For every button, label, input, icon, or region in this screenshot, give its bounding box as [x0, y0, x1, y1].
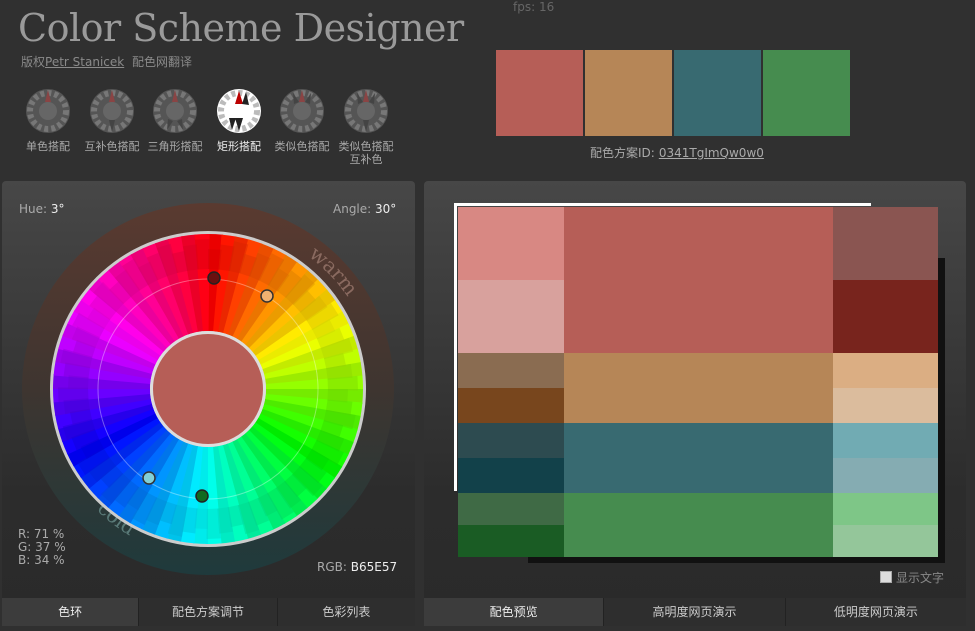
mode-label: 单色搭配: [26, 140, 70, 153]
rgb-hex-readout: RGB: B65E57: [317, 560, 397, 574]
show-text-checkbox[interactable]: [880, 571, 892, 583]
preview-shade: [833, 493, 938, 525]
tab-scheme-adjust[interactable]: 配色方案调节: [139, 598, 278, 626]
tab-light-page-demo[interactable]: 高明度网页演示: [604, 598, 786, 626]
complement-wheel-icon: [89, 88, 135, 134]
mode-tetrad[interactable]: 矩形搭配: [211, 88, 267, 153]
credit-line: 版权Petr Stanicek 配色网翻译: [21, 53, 192, 70]
analogic-wheel-icon: [279, 88, 325, 134]
show-text-label: 显示文字: [896, 571, 945, 585]
left-tab-bar: 色环 配色方案调节 色彩列表: [2, 598, 415, 626]
mode-label: 矩形搭配: [217, 140, 261, 153]
swatch-secondary-a[interactable]: [585, 50, 672, 136]
mode-label: 类似色搭配: [274, 140, 330, 153]
hue-handle-primary[interactable]: [207, 271, 221, 285]
tetrad-wheel-icon: [216, 88, 262, 134]
translation-link[interactable]: 配色网翻译: [132, 55, 192, 69]
mode-selector: 单色搭配 互补色搭配 三角形搭配 矩形搭配 类似色搭配 类似色搭配互补色: [20, 88, 400, 178]
preview-shade: [458, 493, 564, 525]
credit-prefix: 版权: [21, 55, 46, 69]
scheme-id: 配色方案ID: 0341TgImQw0w0: [590, 144, 764, 161]
rgb-label: RGB:: [317, 560, 347, 574]
show-text-toggle[interactable]: 显示文字: [880, 569, 944, 586]
swatch-primary[interactable]: [496, 50, 583, 136]
tab-color-wheel[interactable]: 色环: [2, 598, 140, 626]
fps-counter: fps: 16: [513, 0, 555, 14]
scheme-id-link[interactable]: 0341TgImQw0w0: [659, 146, 764, 160]
tab-dark-page-demo[interactable]: 低明度网页演示: [785, 598, 966, 626]
swatch-complement[interactable]: [763, 50, 850, 136]
b-value: B: 34 %: [18, 553, 65, 567]
color-wheel[interactable]: warm cold: [22, 203, 394, 575]
hue-handle-secondary-a[interactable]: [260, 289, 274, 303]
hue-handle-secondary-b[interactable]: [142, 471, 156, 485]
mode-mono[interactable]: 单色搭配: [20, 88, 76, 153]
mode-accented-analogic[interactable]: 类似色搭配互补色: [338, 88, 394, 166]
preview-main-color: [564, 493, 833, 557]
mode-label: 三角形搭配: [147, 140, 203, 153]
app-title: Color Scheme Designer: [18, 6, 464, 50]
hue-handle-complement[interactable]: [195, 489, 209, 503]
preview-shade: [458, 525, 564, 557]
right-tab-bar: 配色预览 高明度网页演示 低明度网页演示: [424, 598, 966, 626]
swatch-secondary-b[interactable]: [674, 50, 761, 136]
mode-complement[interactable]: 互补色搭配: [84, 88, 140, 153]
accented-analogic-wheel-icon: [343, 88, 389, 134]
tab-scheme-preview[interactable]: 配色预览: [424, 598, 605, 626]
mode-triad[interactable]: 三角形搭配: [147, 88, 203, 153]
preview-shade: [833, 525, 938, 557]
author-link[interactable]: Petr Stanicek: [45, 55, 124, 69]
rgb-value: B65E57: [350, 560, 398, 574]
mode-label: 类似色搭配互补色: [338, 140, 394, 166]
tab-color-list[interactable]: 色彩列表: [277, 598, 415, 626]
mode-analogic[interactable]: 类似色搭配: [274, 88, 330, 153]
mono-wheel-icon: [25, 88, 71, 134]
mode-label: 互补色搭配: [84, 140, 140, 153]
rgb-percentages: R: 71 % G: 37 % B: 34 %: [18, 528, 66, 567]
scheme-id-label: 配色方案ID:: [590, 146, 655, 160]
center-swatch: [153, 334, 263, 444]
preview-frame: [454, 203, 871, 491]
triad-wheel-icon: [152, 88, 198, 134]
